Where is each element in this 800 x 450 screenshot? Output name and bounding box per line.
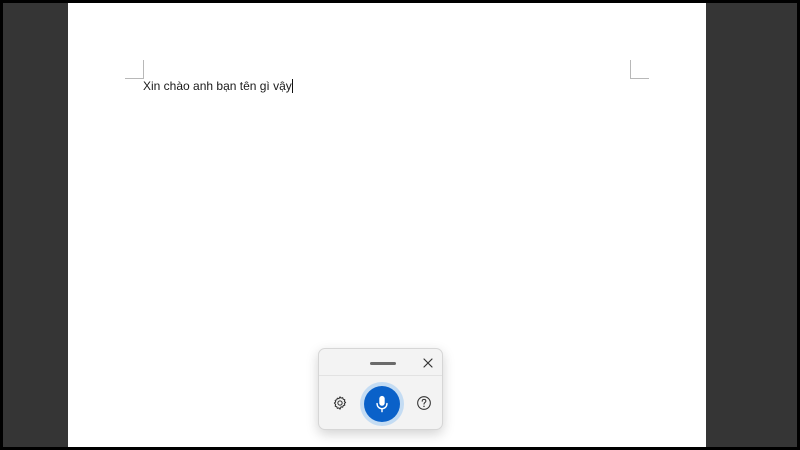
drag-handle-icon[interactable]: [370, 362, 396, 365]
voice-typing-panel: [318, 348, 443, 430]
help-icon: [417, 396, 431, 410]
screen-frame: Xin chào anh bạn tên gì vậy: [0, 0, 800, 450]
microphone-button-inner: [364, 386, 400, 422]
gear-icon: [333, 396, 347, 410]
microphone-button[interactable]: [360, 382, 404, 426]
settings-button[interactable]: [330, 393, 350, 413]
help-button[interactable]: [414, 393, 434, 413]
document-body-text[interactable]: Xin chào anh bạn tên gì vậy: [143, 79, 293, 94]
margin-crop-mark-top-left: [125, 60, 144, 79]
text-cursor: [291, 79, 293, 93]
close-button[interactable]: [419, 354, 437, 372]
panel-divider: [319, 375, 442, 376]
document-text: Xin chào anh bạn tên gì vậy: [143, 79, 292, 93]
margin-crop-mark-top-right: [630, 60, 649, 79]
close-icon: [423, 358, 433, 368]
microphone-icon: [376, 395, 388, 413]
